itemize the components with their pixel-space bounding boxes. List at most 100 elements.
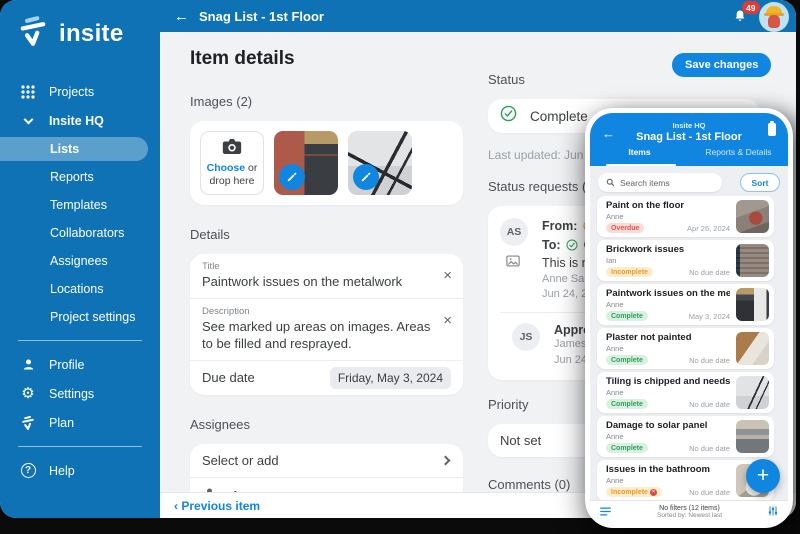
sidebar-item-plan[interactable]: Plan	[0, 408, 160, 437]
list-item[interactable]: Brickwork issues Ian IncompleteNo due da…	[597, 240, 774, 281]
item-assignee: Ian	[606, 256, 616, 265]
filters-summary: No filters (12 items)	[611, 505, 768, 512]
add-item-fab[interactable]: +	[746, 459, 780, 493]
list-item[interactable]: Paintwork issues on the met... Anne Comp…	[597, 284, 774, 325]
choose-file-link[interactable]: Choose	[207, 162, 246, 174]
sidebar-item-lists[interactable]: Lists	[0, 137, 148, 161]
assignees-heading: Assignees	[190, 417, 463, 432]
image-thumbnail-1[interactable]	[274, 131, 338, 195]
list-item[interactable]: Paint on the floor Anne OverdueApr 26, 2…	[597, 196, 774, 237]
app-stage: insite Projects Insite HQ	[0, 0, 800, 534]
list-item[interactable]: Damage to solar panel Anne CompleteNo du…	[597, 416, 774, 457]
previous-item-link[interactable]: ‹ Previous item	[174, 499, 260, 513]
insite-logo-icon	[16, 14, 50, 53]
sidebar-item-label: Locations	[50, 282, 104, 296]
sidebar-item-profile[interactable]: Profile	[0, 350, 160, 379]
grid-icon	[20, 85, 36, 99]
edit-image-button[interactable]	[279, 164, 305, 190]
choose-or-text: or	[248, 162, 257, 174]
status-badge: Overdue	[606, 223, 644, 233]
status-badge: Incomplete ×	[606, 487, 662, 497]
back-icon[interactable]: ←	[174, 8, 189, 25]
topbar: ← Snag List - 1st Floor 49	[160, 0, 796, 32]
sidebar-item-label: Collaborators	[50, 226, 124, 240]
sidebar-item-label: Help	[49, 464, 75, 478]
list-item[interactable]: Tiling is chipped and needs t... Anne Co…	[597, 372, 774, 413]
description-field[interactable]: Description See marked up areas on image…	[190, 299, 463, 360]
notification-badge: 49	[742, 1, 760, 14]
sidebar-item-help[interactable]: ? Help	[0, 456, 160, 485]
details-card: Title Paintwork issues on the metalwork …	[190, 254, 463, 395]
item-title: Paint on the floor	[606, 200, 730, 211]
assignee-select-label: Select or add	[202, 453, 279, 468]
item-date: No due date	[689, 356, 730, 365]
sidebar-item-projects[interactable]: Projects	[0, 77, 160, 106]
phone-app-label: Insite HQ	[590, 121, 788, 130]
from-label: From:	[542, 219, 577, 233]
item-assignee: Anne	[606, 212, 624, 221]
chevron-right-icon	[441, 455, 451, 465]
description-field-value[interactable]: See marked up areas on images. Areas to …	[202, 318, 433, 353]
sidebar-item-reports[interactable]: Reports	[0, 163, 160, 191]
item-title: Issues in the bathroom	[606, 464, 730, 475]
sidebar-item-templates[interactable]: Templates	[0, 191, 160, 219]
chevron-down-icon	[20, 119, 36, 123]
drop-here-text: drop here	[210, 175, 255, 187]
item-date: No due date	[689, 444, 730, 453]
item-assignee: Anne	[606, 476, 624, 485]
sidebar: insite Projects Insite HQ	[0, 0, 160, 518]
sidebar-item-label: Profile	[49, 358, 84, 372]
item-assignee: Anne	[606, 344, 624, 353]
plan-icon	[20, 415, 36, 431]
item-thumbnail	[736, 288, 769, 321]
assignee-select[interactable]: Select or add	[190, 444, 463, 477]
sidebar-item-locations[interactable]: Locations	[0, 275, 160, 303]
item-assignee: Anne	[606, 300, 624, 309]
chevron-left-icon: ‹	[174, 499, 178, 513]
status-badge: Incomplete	[606, 267, 653, 277]
image-upload-dropzone[interactable]: Choose or drop here	[200, 131, 264, 195]
user-avatar[interactable]	[759, 2, 789, 32]
person-icon	[20, 357, 36, 372]
search-icon	[606, 174, 615, 192]
edit-image-button[interactable]	[353, 164, 379, 190]
phone-footer: No filters (12 items) Sorted by: Newest …	[590, 500, 788, 523]
phone-back-icon[interactable]: ←	[602, 126, 615, 141]
status-value: Complete	[530, 109, 588, 124]
clear-title-icon[interactable]: ×	[443, 268, 452, 283]
tab-reports-details[interactable]: Reports & Details	[689, 147, 788, 166]
item-thumbnail	[736, 332, 769, 365]
sort-button[interactable]: Sort	[740, 173, 780, 192]
phone-mockup: ← Insite HQ Snag List - 1st Floor Items …	[585, 108, 793, 528]
title-field-value[interactable]: Paintwork issues on the metalwork	[202, 273, 433, 291]
gear-icon: ⚙	[20, 386, 36, 401]
item-title: Paintwork issues on the met...	[606, 288, 730, 299]
left-column: Item details Images (2)	[190, 48, 463, 518]
list-item[interactable]: Plaster not painted Anne CompleteNo due …	[597, 328, 774, 369]
details-heading: Details	[190, 227, 463, 242]
list-view-icon[interactable]	[600, 503, 611, 521]
sidebar-item-insite-hq[interactable]: Insite HQ	[0, 106, 160, 135]
item-date: No due date	[689, 400, 730, 409]
sidebar-item-settings[interactable]: ⚙ Settings	[0, 379, 160, 408]
sidebar-item-collaborators[interactable]: Collaborators	[0, 219, 160, 247]
filter-sliders-icon[interactable]	[768, 503, 778, 521]
divider	[18, 446, 142, 447]
sidebar-item-project-settings[interactable]: Project settings	[0, 303, 160, 331]
item-assignee: Anne	[606, 432, 624, 441]
battery-icon	[768, 123, 776, 136]
sidebar-item-label: Reports	[50, 170, 94, 184]
page-title: Item details	[190, 48, 463, 70]
sidebar-item-label: Settings	[49, 387, 94, 401]
sidebar-item-label: Templates	[50, 198, 107, 212]
due-date-value[interactable]: Friday, May 3, 2024	[330, 367, 451, 389]
title-field[interactable]: Title Paintwork issues on the metalwork …	[190, 254, 463, 298]
item-date: No due date	[689, 268, 730, 277]
sidebar-item-assignees[interactable]: Assignees	[0, 247, 160, 275]
image-thumbnail-2[interactable]	[348, 131, 412, 195]
clear-description-icon[interactable]: ×	[443, 313, 452, 328]
sidebar-item-label: Project settings	[50, 310, 135, 324]
search-input[interactable]: Search items	[598, 173, 722, 192]
due-date-row: Due date Friday, May 3, 2024	[190, 361, 463, 395]
previous-item-label: Previous item	[181, 499, 260, 513]
